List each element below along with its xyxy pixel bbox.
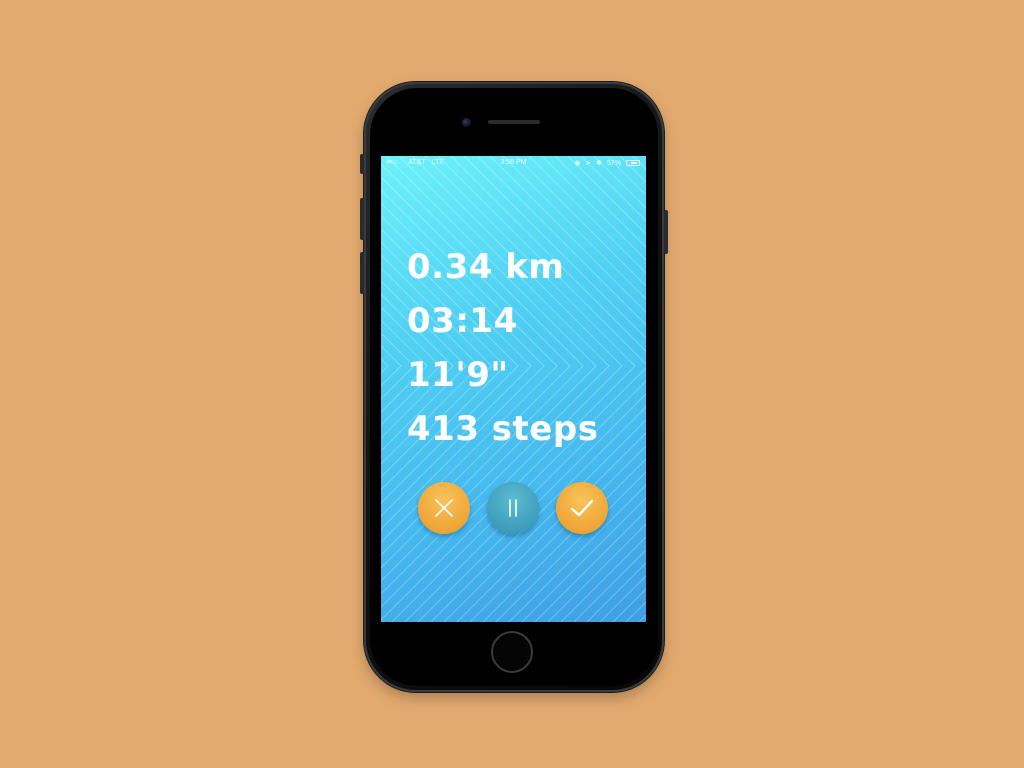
pause-workout-button[interactable] bbox=[487, 482, 539, 534]
mute-switch bbox=[360, 154, 364, 174]
home-button[interactable] bbox=[491, 631, 533, 673]
earpiece-speaker bbox=[488, 120, 540, 124]
duration-value: 03:14 bbox=[407, 301, 518, 341]
cancel-workout-button[interactable] bbox=[418, 482, 470, 534]
power-button bbox=[664, 210, 668, 254]
volume-up-button bbox=[360, 198, 364, 240]
workout-controls bbox=[381, 480, 646, 536]
status-bar: •••○○ AT&T LTE 3:58 PM ◉ ➤ ✱ 57% bbox=[381, 156, 646, 170]
bluetooth-icon: ✱ bbox=[596, 160, 603, 167]
battery-icon bbox=[626, 160, 640, 166]
workout-stats: 0.34 km 03:14 11'9" 413 steps bbox=[407, 240, 598, 456]
distance-value: 0.34 km bbox=[407, 247, 565, 287]
finish-workout-button[interactable] bbox=[556, 482, 608, 534]
location-arrow-icon: ➤ bbox=[585, 160, 592, 167]
mockup-background: •••○○ AT&T LTE 3:58 PM ◉ ➤ ✱ 57% 0.34 km… bbox=[0, 0, 1024, 768]
battery-percent: 57% bbox=[607, 160, 622, 167]
steps-value: 413 steps bbox=[407, 409, 599, 449]
pattern-chevron-line bbox=[608, 156, 646, 622]
battery-level-fill bbox=[631, 162, 637, 164]
front-camera bbox=[462, 118, 471, 127]
alarm-icon: ◉ bbox=[574, 160, 581, 167]
pace-value: 11'9" bbox=[407, 355, 509, 395]
volume-down-button bbox=[360, 252, 364, 294]
phone-frame: •••○○ AT&T LTE 3:58 PM ◉ ➤ ✱ 57% 0.34 km… bbox=[360, 82, 668, 692]
pause-icon bbox=[509, 499, 517, 517]
app-screen: •••○○ AT&T LTE 3:58 PM ◉ ➤ ✱ 57% 0.34 km… bbox=[381, 156, 646, 622]
checkmark-icon bbox=[570, 499, 594, 517]
close-icon bbox=[435, 499, 453, 517]
